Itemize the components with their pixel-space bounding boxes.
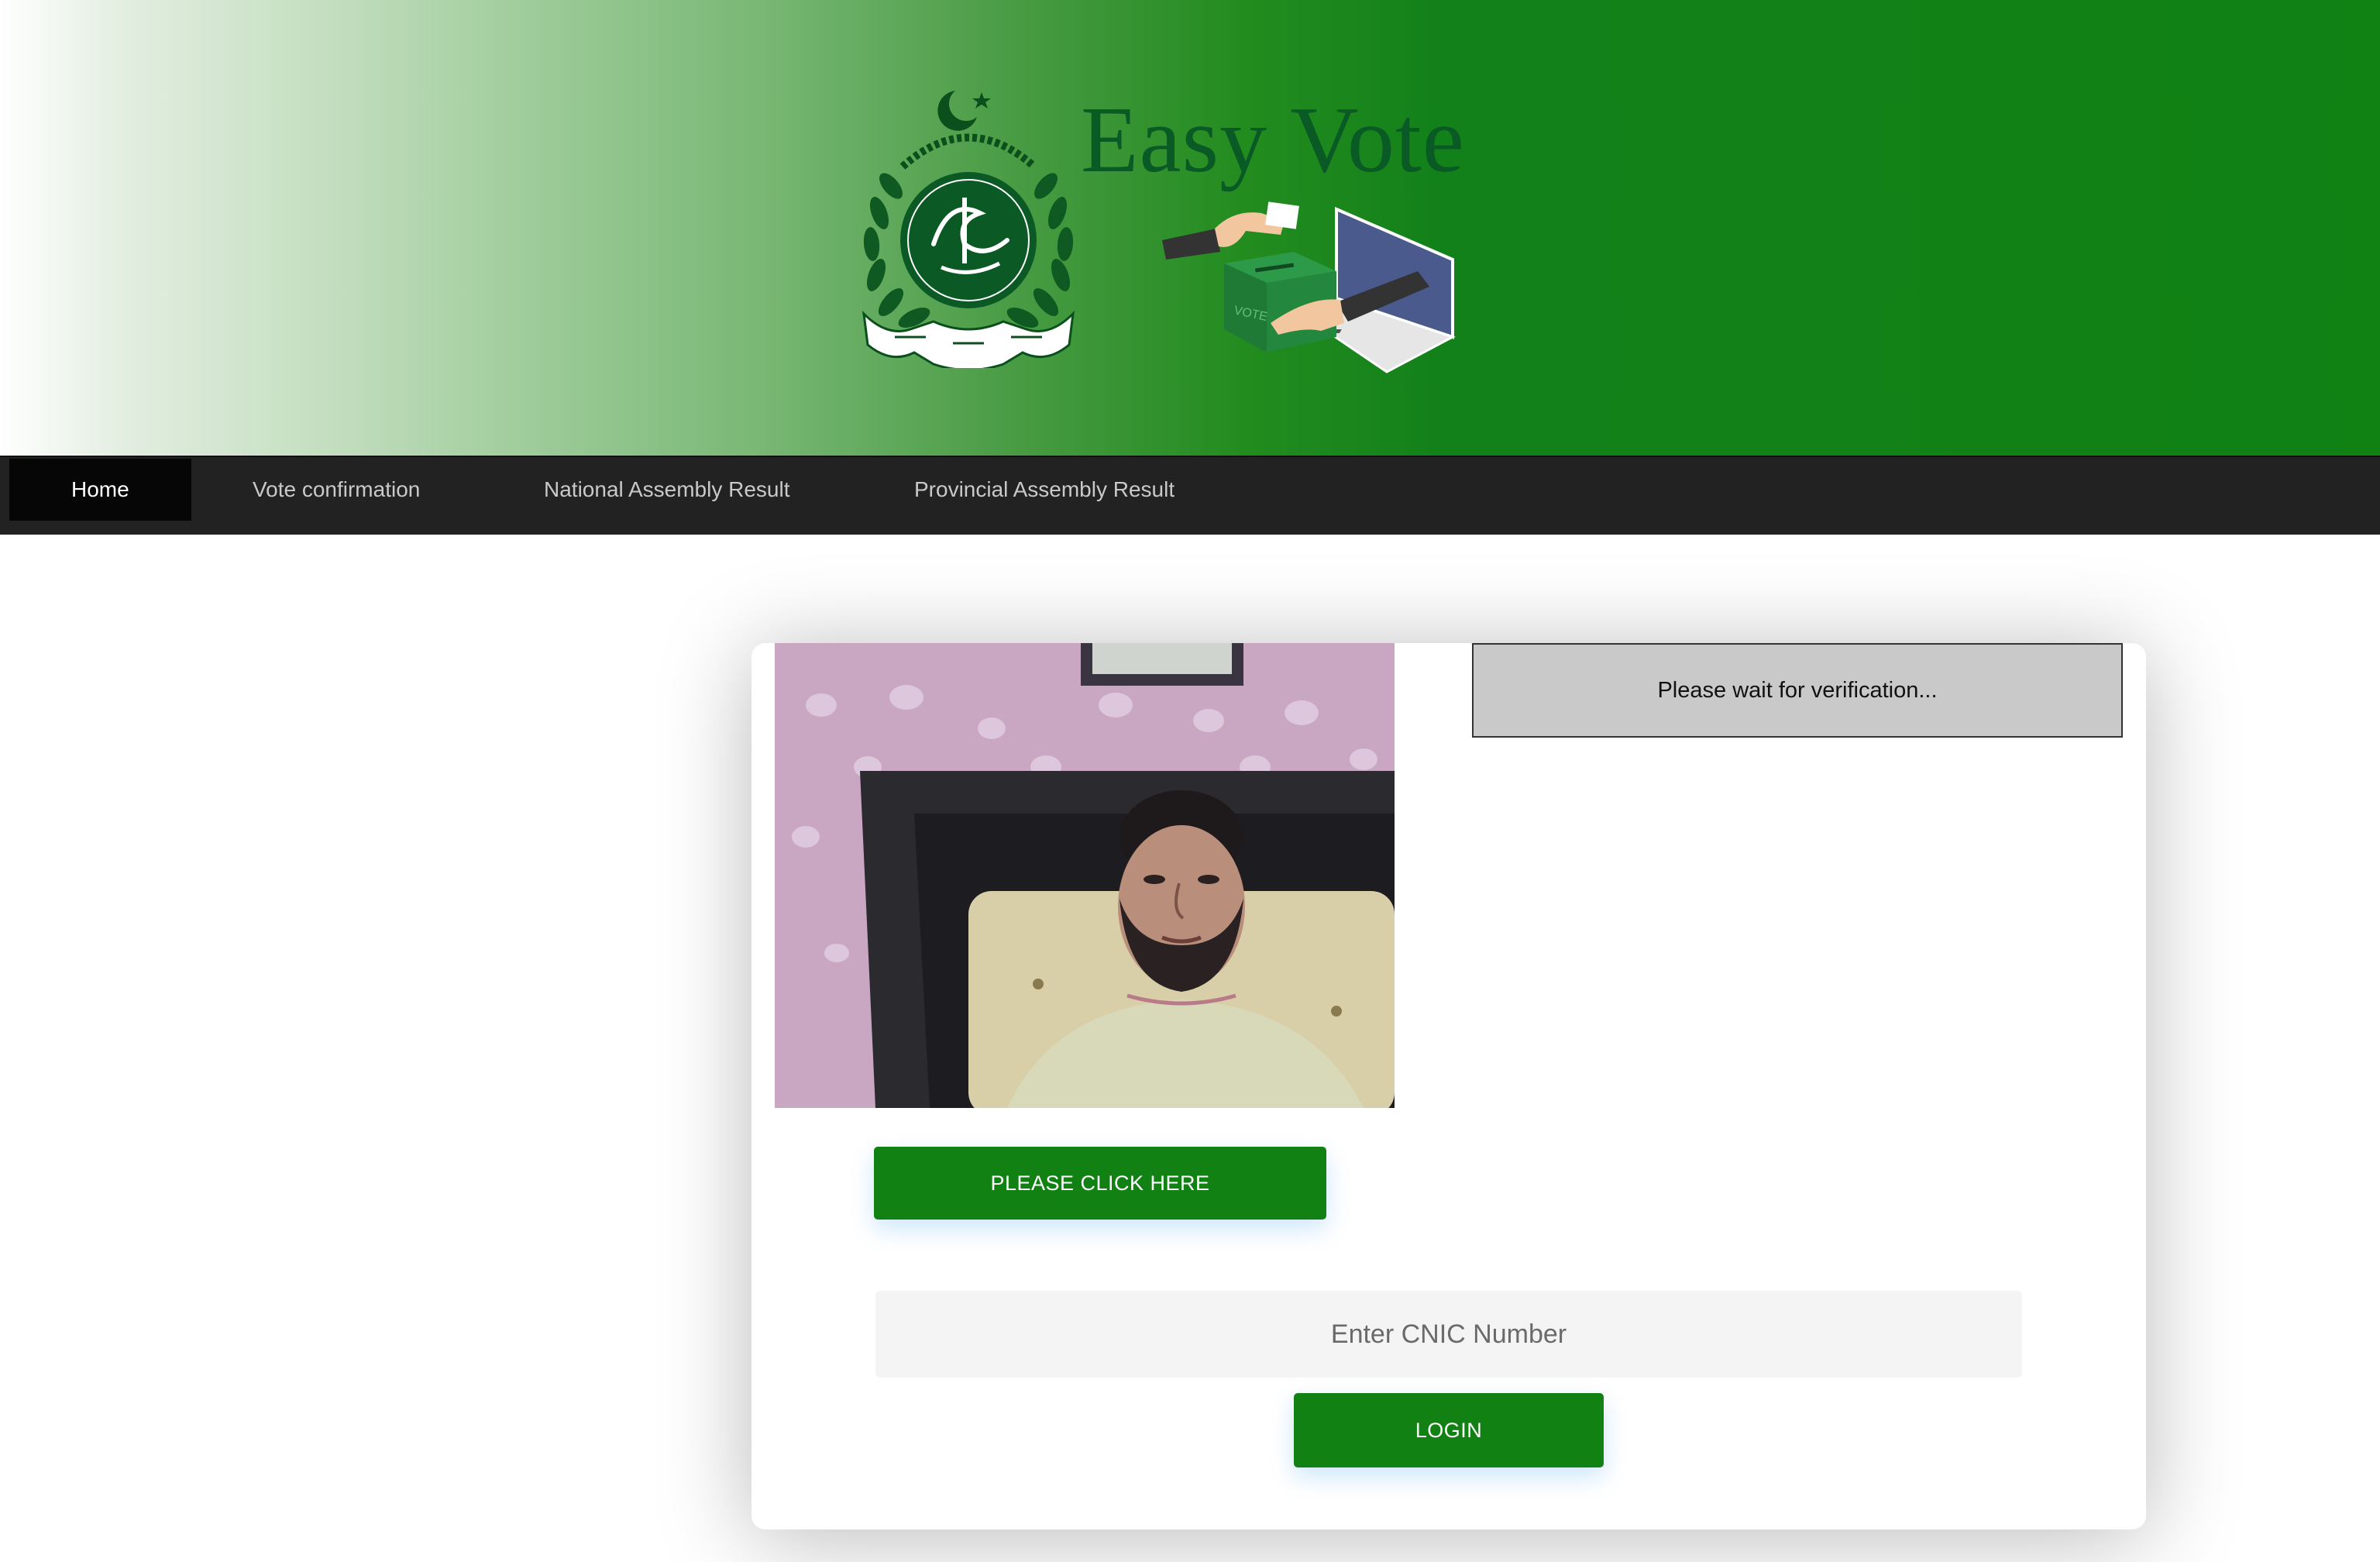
- capture-button[interactable]: PLEASE CLICK HERE: [874, 1147, 1326, 1220]
- login-button[interactable]: LOGIN: [1294, 1393, 1604, 1467]
- verification-card: Please wait for verification... PLEASE C…: [751, 643, 2146, 1529]
- nav-provincial-assembly-result[interactable]: Provincial Assembly Result: [852, 459, 1236, 521]
- ecp-emblem-icon: [862, 91, 1075, 368]
- brand-title: Easy Vote: [1081, 88, 1465, 192]
- cnic-input[interactable]: [875, 1291, 2022, 1378]
- nav-home[interactable]: Home: [9, 459, 191, 521]
- nav-vote-confirmation[interactable]: Vote confirmation: [191, 459, 482, 521]
- online-voting-illustration-icon: VOTE: [1162, 201, 1456, 373]
- header-banner: Easy Vote VOTE: [0, 0, 2380, 456]
- webcam-feed: [775, 643, 1395, 1108]
- nav-national-assembly-result[interactable]: National Assembly Result: [482, 459, 851, 521]
- verification-status: Please wait for verification...: [1472, 643, 2123, 738]
- main-navbar: Home Vote confirmation National Assembly…: [0, 456, 2380, 535]
